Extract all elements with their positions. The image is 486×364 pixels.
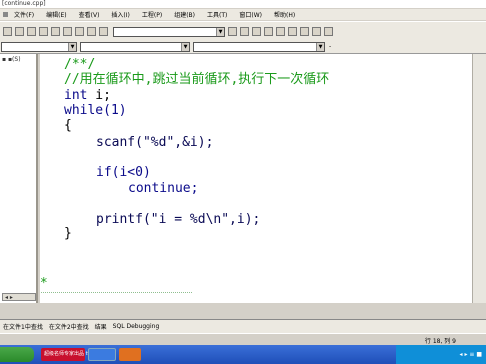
code-line: if(i<0)	[96, 165, 151, 180]
code-line: {	[64, 118, 72, 133]
vertical-scrollbar[interactable]	[472, 54, 486, 303]
menu-view[interactable]: 查看(V)	[73, 10, 106, 19]
menu-tools[interactable]: 工具(T)	[201, 10, 233, 19]
cursor-position: 行 18, 列 9	[424, 338, 456, 345]
code-text: i;	[87, 88, 111, 103]
open-folder-icon[interactable]	[15, 27, 24, 36]
code-line: //用在循环中,跳过当前循环,执行下一次循环	[64, 72, 330, 87]
filter-combo[interactable]: ▼	[80, 42, 190, 52]
execute-icon[interactable]	[276, 27, 285, 36]
menu-insert[interactable]: 插入(I)	[105, 10, 135, 19]
menu-help[interactable]: 帮助(H)	[268, 10, 301, 19]
splitter[interactable]	[0, 303, 486, 319]
wizard-bar: ▼ ▼ ▼ -	[0, 41, 486, 54]
save-all-icon[interactable]	[39, 27, 48, 36]
output-tabs: 在文件1中查找 在文件2中查找 结果 SQL Debugging	[0, 319, 486, 333]
taskbar-app-button[interactable]	[88, 348, 116, 361]
code-editor[interactable]: /**/ //用在循环中,跳过当前循环,执行下一次循环 int i; while…	[40, 54, 472, 303]
chevron-down-icon[interactable]: ▼	[216, 27, 224, 36]
workspace-icon[interactable]	[312, 27, 321, 36]
menu-project[interactable]: 工程(P)	[136, 10, 168, 19]
code-line: printf("i = %d\n",i);	[96, 212, 261, 227]
breakpoint-icon[interactable]	[300, 27, 309, 36]
tab-find-in-files-1[interactable]: 在文件1中查找	[0, 322, 46, 331]
code-line: while(1)	[64, 103, 127, 118]
new-file-icon[interactable]	[3, 27, 12, 36]
taskbar-app-button[interactable]: 超级名师专家出品 ttcsoft.com	[41, 348, 114, 361]
class-combo[interactable]: ▼	[1, 42, 77, 52]
menu-build[interactable]: 组建(B)	[168, 10, 201, 19]
window-title: [continue.cpp]	[0, 0, 486, 8]
chevron-down-icon[interactable]: ▼	[316, 43, 324, 51]
code-line: int i;	[64, 88, 111, 103]
cut-icon[interactable]	[51, 27, 60, 36]
tab-sql-debugging[interactable]: SQL Debugging	[110, 323, 163, 330]
taskbar: 超级名师专家出品 ttcsoft.com ◂ ▸ ≡ ■	[0, 345, 486, 364]
keyword: int	[64, 88, 88, 103]
code-line: }	[64, 226, 72, 241]
menu-window[interactable]: 窗口(W)	[233, 10, 268, 19]
workspace-header: ▪ ▪(S)	[2, 56, 21, 63]
members-combo[interactable]: ▼	[193, 42, 325, 52]
status-bar: 行 18, 列 9	[0, 333, 486, 345]
minus-icon[interactable]: -	[329, 43, 331, 50]
code-line: scanf("%d",&i);	[96, 135, 214, 150]
copy-icon[interactable]	[63, 27, 72, 36]
undo-icon[interactable]	[87, 27, 96, 36]
menu-file[interactable]: 文件(F)	[8, 10, 40, 19]
build-icon[interactable]	[252, 27, 261, 36]
go-icon[interactable]	[288, 27, 297, 36]
redo-icon[interactable]	[99, 27, 108, 36]
code-line: /*	[40, 276, 48, 291]
code-line: continue;	[128, 181, 199, 196]
stop-build-icon[interactable]	[264, 27, 273, 36]
menu-edit[interactable]: 编辑(E)	[40, 10, 72, 19]
start-button[interactable]	[0, 347, 34, 362]
tab-find-in-files-2[interactable]: 在文件2中查找	[46, 322, 92, 331]
tab-results[interactable]: 结果	[92, 322, 110, 331]
code-line: /**/	[64, 57, 96, 72]
chevron-down-icon[interactable]: ▼	[68, 43, 76, 51]
save-icon[interactable]	[27, 27, 36, 36]
paste-icon[interactable]	[75, 27, 84, 36]
workspace-tab[interactable]: ◂ ▸	[2, 293, 36, 301]
system-tray[interactable]: ◂ ▸ ≡ ■	[396, 345, 486, 364]
workspace-pane: ▪ ▪(S) ◂ ▸	[0, 54, 38, 303]
clipped-comment-line	[40, 292, 192, 297]
taskbar-app-button[interactable]	[119, 348, 141, 361]
compile-icon[interactable]	[240, 27, 249, 36]
menu-bar: 文件(F) 编辑(E) 查看(V) 插入(I) 工程(P) 组建(B) 工具(T…	[0, 9, 486, 20]
standard-toolbar: ▼	[0, 21, 486, 42]
chevron-down-icon[interactable]: ▼	[181, 43, 189, 51]
output-icon[interactable]	[324, 27, 333, 36]
find-combo[interactable]: ▼	[113, 26, 225, 37]
find-icon[interactable]	[228, 27, 237, 36]
